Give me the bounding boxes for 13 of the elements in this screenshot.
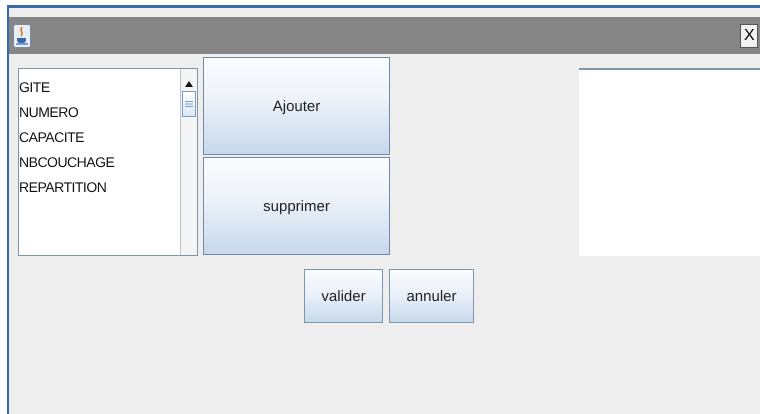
scrollbar[interactable] [180, 69, 197, 255]
dialog-button[interactable]: annuler [389, 269, 474, 323]
scroll-thumb[interactable] [182, 91, 196, 117]
list-item[interactable]: NBCOUCHAGE [19, 150, 180, 175]
coffee-cup-icon [13, 24, 31, 48]
list-item[interactable]: GITE [19, 75, 180, 100]
list-item[interactable]: REPARTITION [19, 175, 180, 200]
list-item[interactable]: CAPACITE [19, 125, 180, 150]
action-button[interactable]: supprimer [203, 157, 390, 255]
action-button[interactable]: Ajouter [203, 57, 390, 155]
close-button[interactable]: X [740, 24, 758, 48]
dialog-button[interactable]: valider [304, 269, 383, 323]
list-item[interactable]: NUMERO [19, 100, 180, 125]
